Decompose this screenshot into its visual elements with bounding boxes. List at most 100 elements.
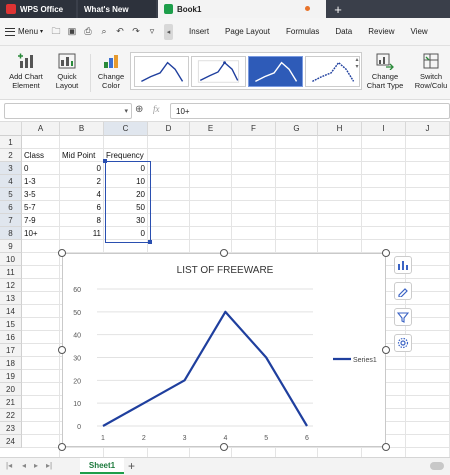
quick-access-dropdown-icon[interactable]: ▿ — [145, 25, 159, 39]
chart-style-3[interactable] — [248, 56, 303, 87]
row-header-21[interactable]: 21 — [0, 396, 22, 409]
ribbon-scroll-left-button[interactable]: ◂ — [164, 23, 174, 40]
chart-resize-handle[interactable] — [382, 346, 390, 354]
table-cell-class[interactable]: 10+ — [24, 227, 38, 240]
row-header-6[interactable]: 6 — [0, 201, 22, 214]
table-cell-mid-point[interactable]: 0 — [60, 162, 101, 175]
row-header-22[interactable]: 22 — [0, 409, 22, 422]
header-cell-class[interactable]: Class — [24, 149, 44, 162]
column-header-i[interactable]: I — [362, 122, 406, 136]
main-menu-button[interactable]: Menu ▾ — [0, 22, 48, 42]
open-folder-icon[interactable]: 🗀 — [49, 25, 63, 39]
save-icon[interactable]: ▣ — [65, 25, 79, 39]
chart-resize-handle[interactable] — [58, 443, 66, 451]
table-cell-class[interactable]: 0 — [24, 162, 28, 175]
tab-view[interactable]: View — [402, 27, 435, 36]
prev-sheet-icon[interactable]: ◂ — [22, 461, 26, 470]
header-cell-mid-point[interactable]: Mid Point — [62, 149, 95, 162]
column-header-j[interactable]: J — [406, 122, 450, 136]
row-header-18[interactable]: 18 — [0, 357, 22, 370]
tab-formulas[interactable]: Formulas — [278, 27, 327, 36]
row-header-17[interactable]: 17 — [0, 344, 22, 357]
change-color-button[interactable]: Change Color — [94, 52, 128, 90]
column-header-g[interactable]: G — [276, 122, 318, 136]
chart-resize-handle[interactable] — [58, 249, 66, 257]
table-cell-class[interactable]: 1-3 — [24, 175, 36, 188]
table-cell-mid-point[interactable]: 11 — [60, 227, 101, 240]
row-header-5[interactable]: 5 — [0, 188, 22, 201]
row-header-14[interactable]: 14 — [0, 305, 22, 318]
line-chart[interactable]: LIST OF FREEWARE 0 10 20 30 40 50 60 1 2 3 4 5 6 Serie… — [62, 253, 386, 447]
row-header-4[interactable]: 4 — [0, 175, 22, 188]
next-sheet-icon[interactable]: ▸ — [34, 461, 38, 470]
row-header-2[interactable]: 2 — [0, 149, 22, 162]
range-handle[interactable] — [148, 240, 152, 244]
table-cell-mid-point[interactable]: 6 — [60, 201, 101, 214]
row-header-19[interactable]: 19 — [0, 370, 22, 383]
new-tab-button[interactable]: + — [326, 0, 350, 18]
tab-whats-new[interactable]: What's New — [78, 0, 156, 18]
gallery-more-icon[interactable]: ▴ ▾ — [354, 56, 360, 87]
row-header-7[interactable]: 7 — [0, 214, 22, 227]
name-box[interactable]: ▾ — [4, 103, 132, 119]
zoom-icon[interactable]: ⊕ — [135, 104, 143, 115]
table-cell-class[interactable]: 3-5 — [24, 188, 36, 201]
row-header-24[interactable]: 24 — [0, 435, 22, 448]
chart-resize-handle[interactable] — [382, 249, 390, 257]
column-header-h[interactable]: H — [318, 122, 362, 136]
column-header-c[interactable]: C — [104, 122, 148, 136]
tab-data[interactable]: Data — [327, 27, 360, 36]
change-chart-type-button[interactable]: Change Chart Type — [364, 52, 406, 90]
column-header-a[interactable]: A — [22, 122, 60, 136]
table-cell-mid-point[interactable]: 8 — [60, 214, 101, 227]
row-header-1[interactable]: 1 — [0, 136, 22, 149]
tab-wps-office[interactable]: WPS Office — [0, 0, 76, 18]
row-header-3[interactable]: 3 — [0, 162, 22, 175]
chart-resize-handle[interactable] — [220, 443, 228, 451]
row-header-10[interactable]: 10 — [0, 253, 22, 266]
column-header-e[interactable]: E — [190, 122, 232, 136]
switch-row-column-button[interactable]: Switch Row/Colu — [412, 52, 450, 90]
column-header-f[interactable]: F — [232, 122, 276, 136]
undo-icon[interactable]: ↶ — [113, 25, 127, 39]
chart-resize-handle[interactable] — [58, 346, 66, 354]
select-all-corner[interactable] — [0, 122, 22, 136]
first-sheet-icon[interactable]: |◂ — [6, 461, 12, 470]
range-handle[interactable] — [103, 159, 107, 163]
quick-layout-button[interactable]: Quick Layout — [50, 52, 84, 90]
sheet-tab-sheet1[interactable]: Sheet1 — [80, 458, 124, 474]
redo-icon[interactable]: ↷ — [129, 25, 143, 39]
function-icon[interactable]: fx — [153, 104, 160, 114]
row-header-16[interactable]: 16 — [0, 331, 22, 344]
tab-book1[interactable]: Book1 — [158, 0, 326, 18]
row-header-20[interactable]: 20 — [0, 383, 22, 396]
chart-style-brush-icon[interactable] — [394, 282, 412, 300]
row-header-23[interactable]: 23 — [0, 422, 22, 435]
table-cell-mid-point[interactable]: 4 — [60, 188, 101, 201]
tab-page-layout[interactable]: Page Layout — [217, 27, 278, 36]
chart-style-1[interactable] — [134, 56, 189, 87]
chart-style-2[interactable] — [191, 56, 246, 87]
print-preview-icon[interactable]: ⌕ — [97, 25, 111, 39]
row-header-8[interactable]: 8 — [0, 227, 22, 240]
last-sheet-icon[interactable]: ▸| — [46, 461, 52, 470]
table-cell-mid-point[interactable]: 2 — [60, 175, 101, 188]
horizontal-scrollbar[interactable] — [430, 462, 444, 470]
table-cell-class[interactable]: 5-7 — [24, 201, 36, 214]
add-chart-element-button[interactable]: Add Chart Element — [6, 52, 46, 90]
formula-input[interactable]: 10+ — [170, 103, 450, 119]
chart-settings-gear-icon[interactable] — [394, 334, 412, 352]
row-header-12[interactable]: 12 — [0, 279, 22, 292]
row-header-9[interactable]: 9 — [0, 240, 22, 253]
tab-review[interactable]: Review — [360, 27, 402, 36]
column-header-b[interactable]: B — [60, 122, 104, 136]
chart-resize-handle[interactable] — [220, 249, 228, 257]
row-header-15[interactable]: 15 — [0, 318, 22, 331]
table-cell-class[interactable]: 7-9 — [24, 214, 36, 227]
column-header-d[interactable]: D — [148, 122, 190, 136]
chart-elements-icon[interactable] — [394, 256, 412, 274]
chart-style-4[interactable] — [305, 56, 360, 87]
chart-resize-handle[interactable] — [382, 443, 390, 451]
row-header-13[interactable]: 13 — [0, 292, 22, 305]
tab-insert[interactable]: Insert — [181, 27, 217, 36]
